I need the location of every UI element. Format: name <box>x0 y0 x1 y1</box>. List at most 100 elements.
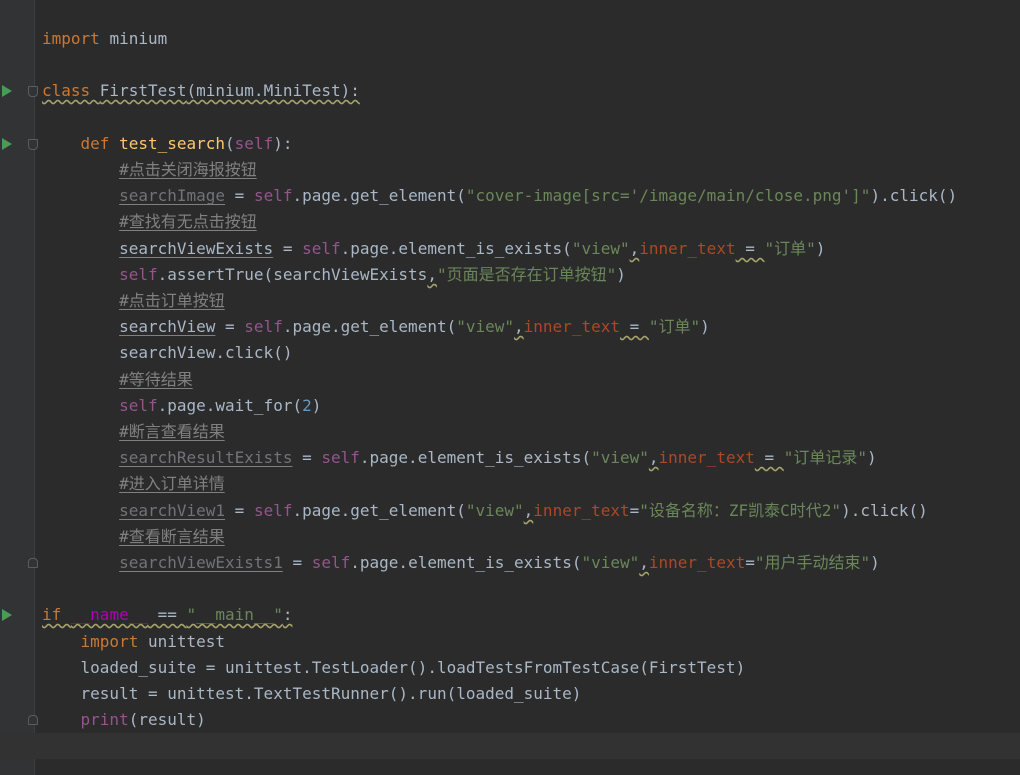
code-token: searchView1 <box>119 501 226 520</box>
code-line-text: searchViewExists = self.page.element_is_… <box>42 236 825 262</box>
code-token: = <box>629 501 640 520</box>
code-line-text: searchView = self.page.get_element("view… <box>42 314 710 340</box>
code-token: #点击关闭海报按钮 <box>119 160 257 179</box>
code-line[interactable]: import unittest <box>0 629 1020 655</box>
code-token: ) <box>700 317 710 336</box>
code-token: searchView.click() <box>119 343 293 362</box>
code-line-text: #进入订单详情 <box>42 471 225 497</box>
code-line-text: searchView.click() <box>42 340 292 366</box>
code-line-text: if __name__ == "__main__": <box>42 602 292 628</box>
code-token: .page.element_is_exists( <box>350 553 582 572</box>
code-token: import <box>80 632 148 651</box>
code-line-text: searchImage = self.page.get_element("cov… <box>42 183 957 209</box>
code-token: #查看断言结果 <box>119 527 225 546</box>
code-token: .page.element_is_exists( <box>359 448 592 467</box>
code-line[interactable]: #等待结果 <box>0 367 1020 393</box>
code-token: test_search <box>119 134 226 153</box>
code-line-text: import minium <box>42 26 167 52</box>
code-token: "cover-image[src='/image/main/close.png'… <box>465 186 871 205</box>
code-token: self <box>234 134 274 153</box>
code-line[interactable]: loaded_suite = unittest.TestLoader().loa… <box>0 655 1020 681</box>
code-line-text: result = unittest.TextTestRunner().run(l… <box>42 681 582 707</box>
code-token: FirstTest <box>99 81 187 100</box>
code-token: "订单" <box>764 239 816 258</box>
code-line[interactable] <box>0 105 1020 131</box>
code-token: "订单记录" <box>783 448 868 467</box>
code-line-text: import unittest <box>42 629 226 655</box>
code-line[interactable]: print(result) <box>0 707 1020 733</box>
code-line-text: #断言查看结果 <box>42 419 225 445</box>
code-token: "view" <box>465 501 524 520</box>
code-token: result = unittest.TextTestRunner().run(l… <box>80 684 582 703</box>
code-line[interactable] <box>0 52 1020 78</box>
code-token: .page.get_element( <box>292 186 466 205</box>
code-line-text: loaded_suite = unittest.TestLoader().loa… <box>42 655 746 681</box>
code-line[interactable]: import minium <box>0 26 1020 52</box>
code-token: , <box>629 239 640 258</box>
code-line[interactable]: #断言查看结果 <box>0 419 1020 445</box>
code-line[interactable]: #进入订单详情 <box>0 471 1020 497</box>
code-line[interactable]: #查找有无点击按钮 <box>0 209 1020 235</box>
code-token: ) <box>867 448 877 467</box>
code-line[interactable]: searchViewExists = self.page.element_is_… <box>0 236 1020 262</box>
code-token: "view" <box>591 448 649 467</box>
code-line-text: #点击关闭海报按钮 <box>42 157 257 183</box>
code-token: = <box>735 239 765 258</box>
code-token: class <box>42 81 100 100</box>
code-token: ).click() <box>870 186 958 205</box>
code-line[interactable]: def test_search(self): <box>0 131 1020 157</box>
code-token: "view" <box>581 553 640 572</box>
code-line[interactable]: searchView.click() <box>0 340 1020 366</box>
code-line[interactable]: searchResultExists = self.page.element_i… <box>0 445 1020 471</box>
code-line[interactable]: class FirstTest(minium.MiniTest): <box>0 78 1020 104</box>
code-line[interactable]: result = unittest.TextTestRunner().run(l… <box>0 681 1020 707</box>
code-token: inner_text <box>523 317 620 336</box>
code-line[interactable]: #查看断言结果 <box>0 524 1020 550</box>
code-token: searchViewExists1 <box>119 553 283 572</box>
code-line[interactable]: self.assertTrue(searchViewExists,"页面是否存在… <box>0 262 1020 288</box>
code-token: .page.get_element( <box>282 317 457 336</box>
code-line[interactable]: if __name__ == "__main__": <box>0 602 1020 628</box>
code-token: self <box>321 448 360 467</box>
code-token: inner_text <box>658 448 755 467</box>
code-line[interactable]: searchViewExists1 = self.page.element_is… <box>0 550 1020 576</box>
code-token: , <box>427 265 437 284</box>
code-token: "view" <box>571 239 630 258</box>
code-token: 2 <box>302 396 312 415</box>
code-token: = <box>282 553 312 572</box>
code-line[interactable]: #点击关闭海报按钮 <box>0 157 1020 183</box>
code-token: import <box>42 29 110 48</box>
code-token: "__main__" <box>186 605 283 624</box>
code-token: #进入订单详情 <box>119 474 225 493</box>
code-line[interactable]: searchImage = self.page.get_element("cov… <box>0 183 1020 209</box>
code-token: self <box>244 317 283 336</box>
code-token: "设备名称：ZF凯泰C时代2" <box>639 501 842 520</box>
code-token: searchViewExists <box>119 239 274 258</box>
code-line-text: searchViewExists1 = self.page.element_is… <box>42 550 880 576</box>
code-token: (result) <box>128 710 206 729</box>
code-line-text: searchView1 = self.page.get_element("vie… <box>42 498 928 524</box>
code-line[interactable]: #点击订单按钮 <box>0 288 1020 314</box>
code-editor[interactable]: import minium class FirstTest(minium.Mini… <box>0 0 1020 775</box>
code-token: = <box>292 448 322 467</box>
code-token: searchView <box>119 317 216 336</box>
code-token: self <box>253 186 293 205</box>
code-line[interactable]: searchView1 = self.page.get_element("vie… <box>0 498 1020 524</box>
code-line[interactable] <box>0 576 1020 602</box>
code-token: .page.element_is_exists( <box>340 239 572 258</box>
code-token: #断言查看结果 <box>119 422 225 441</box>
code-token: : <box>282 605 293 624</box>
code-line[interactable]: self.page.wait_for(2) <box>0 393 1020 419</box>
code-token: inner_text <box>533 501 630 520</box>
code-token: #等待结果 <box>119 370 193 389</box>
code-line[interactable] <box>0 733 1020 759</box>
code-line[interactable]: searchView = self.page.get_element("view… <box>0 314 1020 340</box>
code-token: inner_text <box>639 239 736 258</box>
